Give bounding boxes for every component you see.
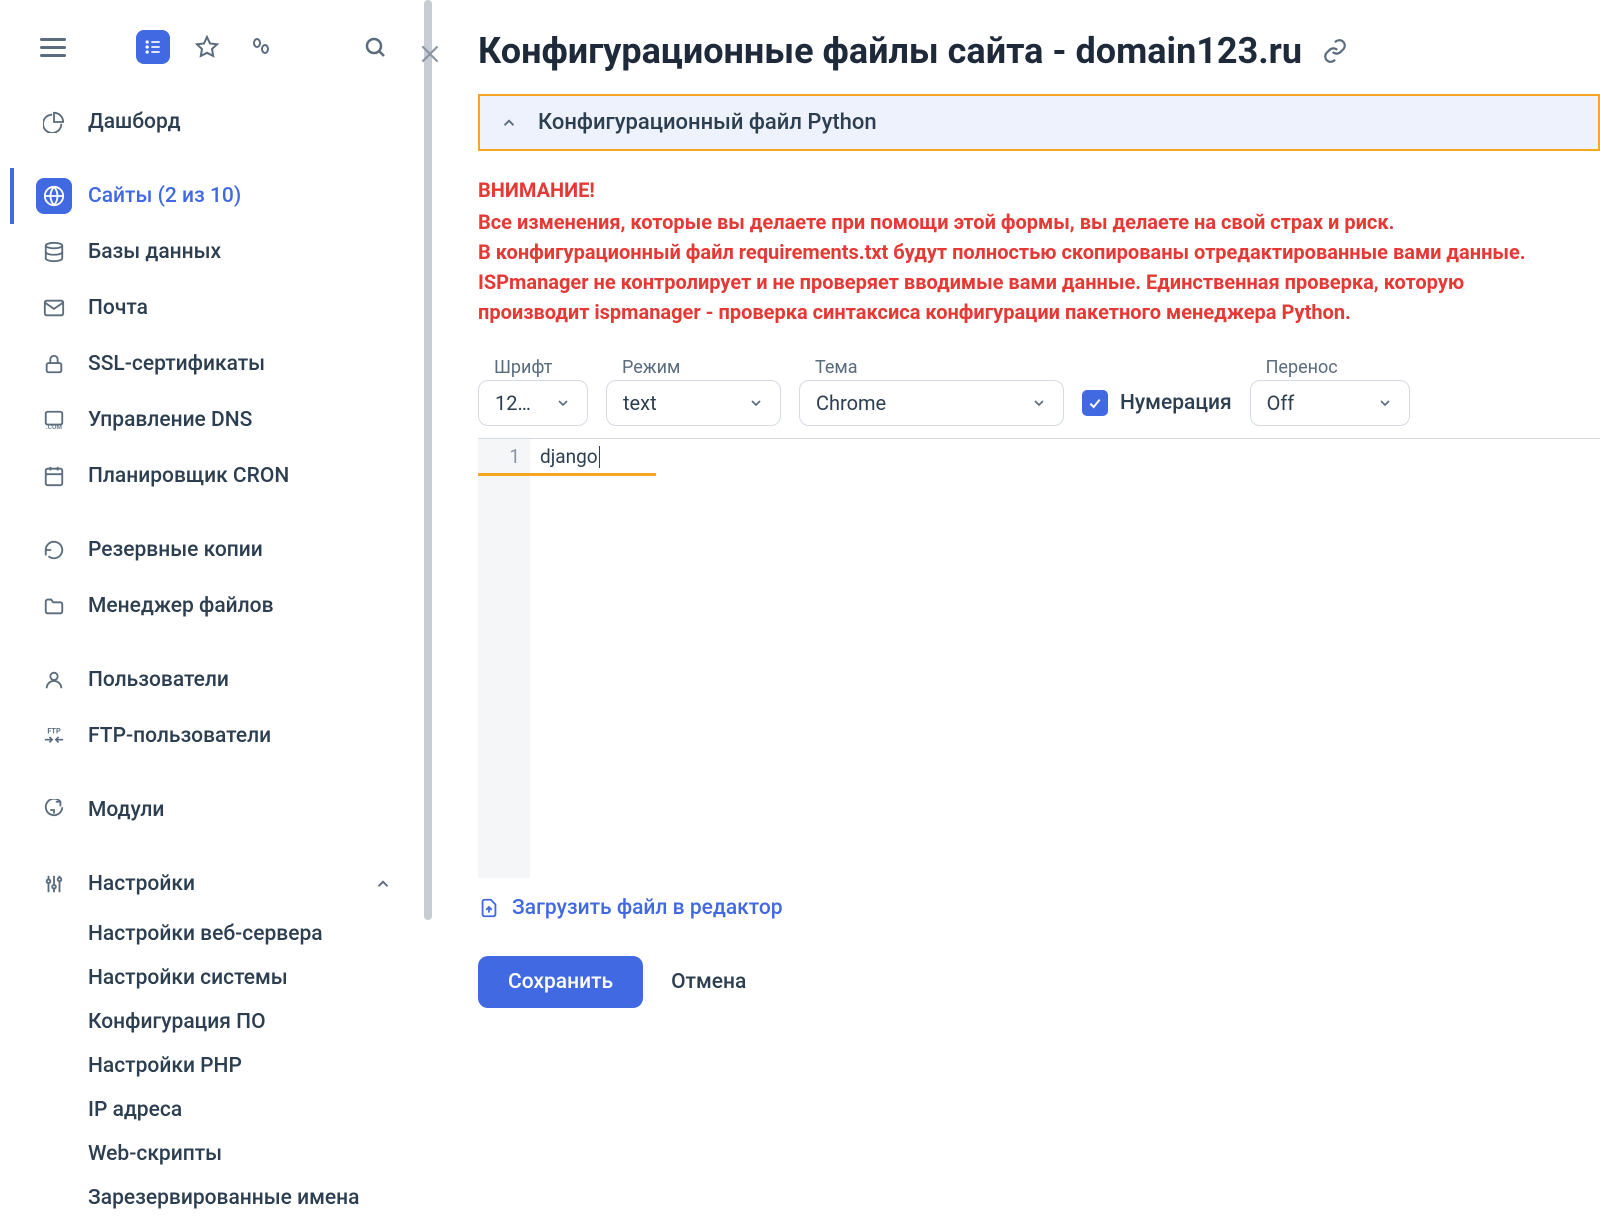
sub-item-php[interactable]: Настройки PHP [88,1044,412,1088]
sidebar-item-label: FTP-пользователи [88,724,271,748]
text-cursor [599,446,600,468]
svg-text:FTP: FTP [47,726,61,735]
warning-p1: Все изменения, которые вы делаете при по… [478,207,1528,237]
sidebar-item-backups[interactable]: Резервные копии [10,522,412,578]
chevron-down-icon [555,395,571,411]
checkbox-checked-icon [1082,390,1108,416]
accordion-python-config[interactable]: Конфигурационный файл Python [478,94,1600,151]
code-editor[interactable]: 1 django [478,438,1600,878]
main: Конфигурационные файлы сайта - domain123… [470,0,1600,1133]
wrap-label: Перенос [1250,357,1410,378]
theme-select[interactable]: Chrome [799,380,1064,426]
sidebar-item-dns[interactable]: .COM Управление DNS [10,392,412,448]
warning-p2: В конфигурационный файл requirements.txt… [478,237,1528,267]
editor-gutter: 1 [478,439,530,878]
sub-item-webscripts[interactable]: Web-скрипты [88,1132,412,1176]
font-label: Шрифт [478,357,588,378]
upload-icon [478,897,500,919]
sub-item-webserver[interactable]: Настройки веб-сервера [88,912,412,956]
save-button[interactable]: Сохранить [478,956,643,1008]
chevron-down-icon [1031,395,1047,411]
sidebar-item-users[interactable]: Пользователи [10,652,412,708]
sub-item-system[interactable]: Настройки системы [88,956,412,1000]
sidebar-item-label: SSL-сертификаты [88,352,265,376]
settings-submenu: Настройки веб-сервера Настройки системы … [10,912,412,1220]
search-icon[interactable] [358,30,392,64]
mode-label: Режим [606,357,781,378]
sidebar-item-label: Резервные копии [88,538,263,562]
numbering-label: Нумерация [1120,391,1232,415]
hamburger-menu-icon[interactable] [40,33,66,62]
mode-select[interactable]: text [606,380,781,426]
sidebar-item-label: Дашборд [88,110,181,134]
chevron-down-icon [1377,395,1393,411]
sidebar-item-sites[interactable]: Сайты (2 из 10) [10,168,412,224]
cancel-button[interactable]: Отмена [671,970,746,994]
chevron-up-icon [374,875,392,893]
code-text: django [540,445,598,468]
svg-text:.COM: .COM [46,423,62,431]
sidebar-item-modules[interactable]: Модули [10,782,412,838]
topbar [0,30,422,94]
sidebar-item-databases[interactable]: Базы данных [10,224,412,280]
sidebar-item-mail[interactable]: Почта [10,280,412,336]
font-select[interactable]: 12… [478,380,588,426]
sidebar-item-dashboard[interactable]: Дашборд [10,94,412,150]
sidebar-item-label: Сайты (2 из 10) [88,184,241,208]
sub-item-software[interactable]: Конфигурация ПО [88,1000,412,1044]
sidebar-item-ftp[interactable]: FTP FTP-пользователи [10,708,412,764]
sidebar-item-label: Пользователи [88,668,229,692]
footprints-icon[interactable] [244,30,278,64]
sidebar-item-label: Планировщик CRON [88,464,289,488]
line-number: 1 [478,445,520,468]
editor-code[interactable]: django [530,439,1600,878]
upload-file-link[interactable]: Загрузить файл в редактор [478,896,1600,920]
sub-item-ip[interactable]: IP адреса [88,1088,412,1132]
nav: Дашборд Сайты (2 из 10) Базы данных Почт… [0,94,422,1220]
numbering-checkbox[interactable]: Нумерация [1082,390,1232,426]
sidebar-item-label: Менеджер файлов [88,594,274,618]
link-icon[interactable] [1322,38,1348,64]
warning-heading: ВНИМАНИЕ! [478,175,1528,205]
page-title: Конфигурационные файлы сайта - domain123… [478,30,1302,72]
chevron-up-icon [500,114,518,132]
sidebar-item-files[interactable]: Менеджер файлов [10,578,412,634]
sidebar-item-label: Модули [88,798,164,822]
star-icon[interactable] [190,30,224,64]
sidebar-item-ssl[interactable]: SSL-сертификаты [10,336,412,392]
warning-text: ВНИМАНИЕ! Все изменения, которые вы дела… [478,175,1528,327]
close-icon[interactable] [410,34,450,74]
theme-label: Тема [799,357,1064,378]
wrap-select-value: Off [1267,391,1295,415]
sidebar-item-settings[interactable]: Настройки [10,856,412,912]
sidebar-item-label: Почта [88,296,148,320]
sidebar-item-label: Управление DNS [88,408,252,432]
accordion-title: Конфигурационный файл Python [538,110,877,135]
font-select-value: 12… [495,391,531,415]
list-icon[interactable] [136,30,170,64]
sidebar-item-label: Базы данных [88,240,221,264]
upload-label: Загрузить файл в редактор [512,896,783,920]
mode-select-value: text [623,391,657,415]
wrap-select[interactable]: Off [1250,380,1410,426]
chevron-down-icon [748,395,764,411]
scrollbar[interactable] [422,0,434,1133]
sidebar-item-cron[interactable]: Планировщик CRON [10,448,412,504]
editor-controls: Шрифт 12… Режим text Тема Chrome [478,357,1600,426]
theme-select-value: Chrome [816,391,886,415]
sidebar: Дашборд Сайты (2 из 10) Базы данных Почт… [0,0,422,1133]
sub-item-reserved-names[interactable]: Зарезервированные имена [88,1176,412,1220]
sidebar-item-label: Настройки [88,872,195,896]
warning-p3: ISPmanager не контролирует и не проверяе… [478,267,1528,327]
